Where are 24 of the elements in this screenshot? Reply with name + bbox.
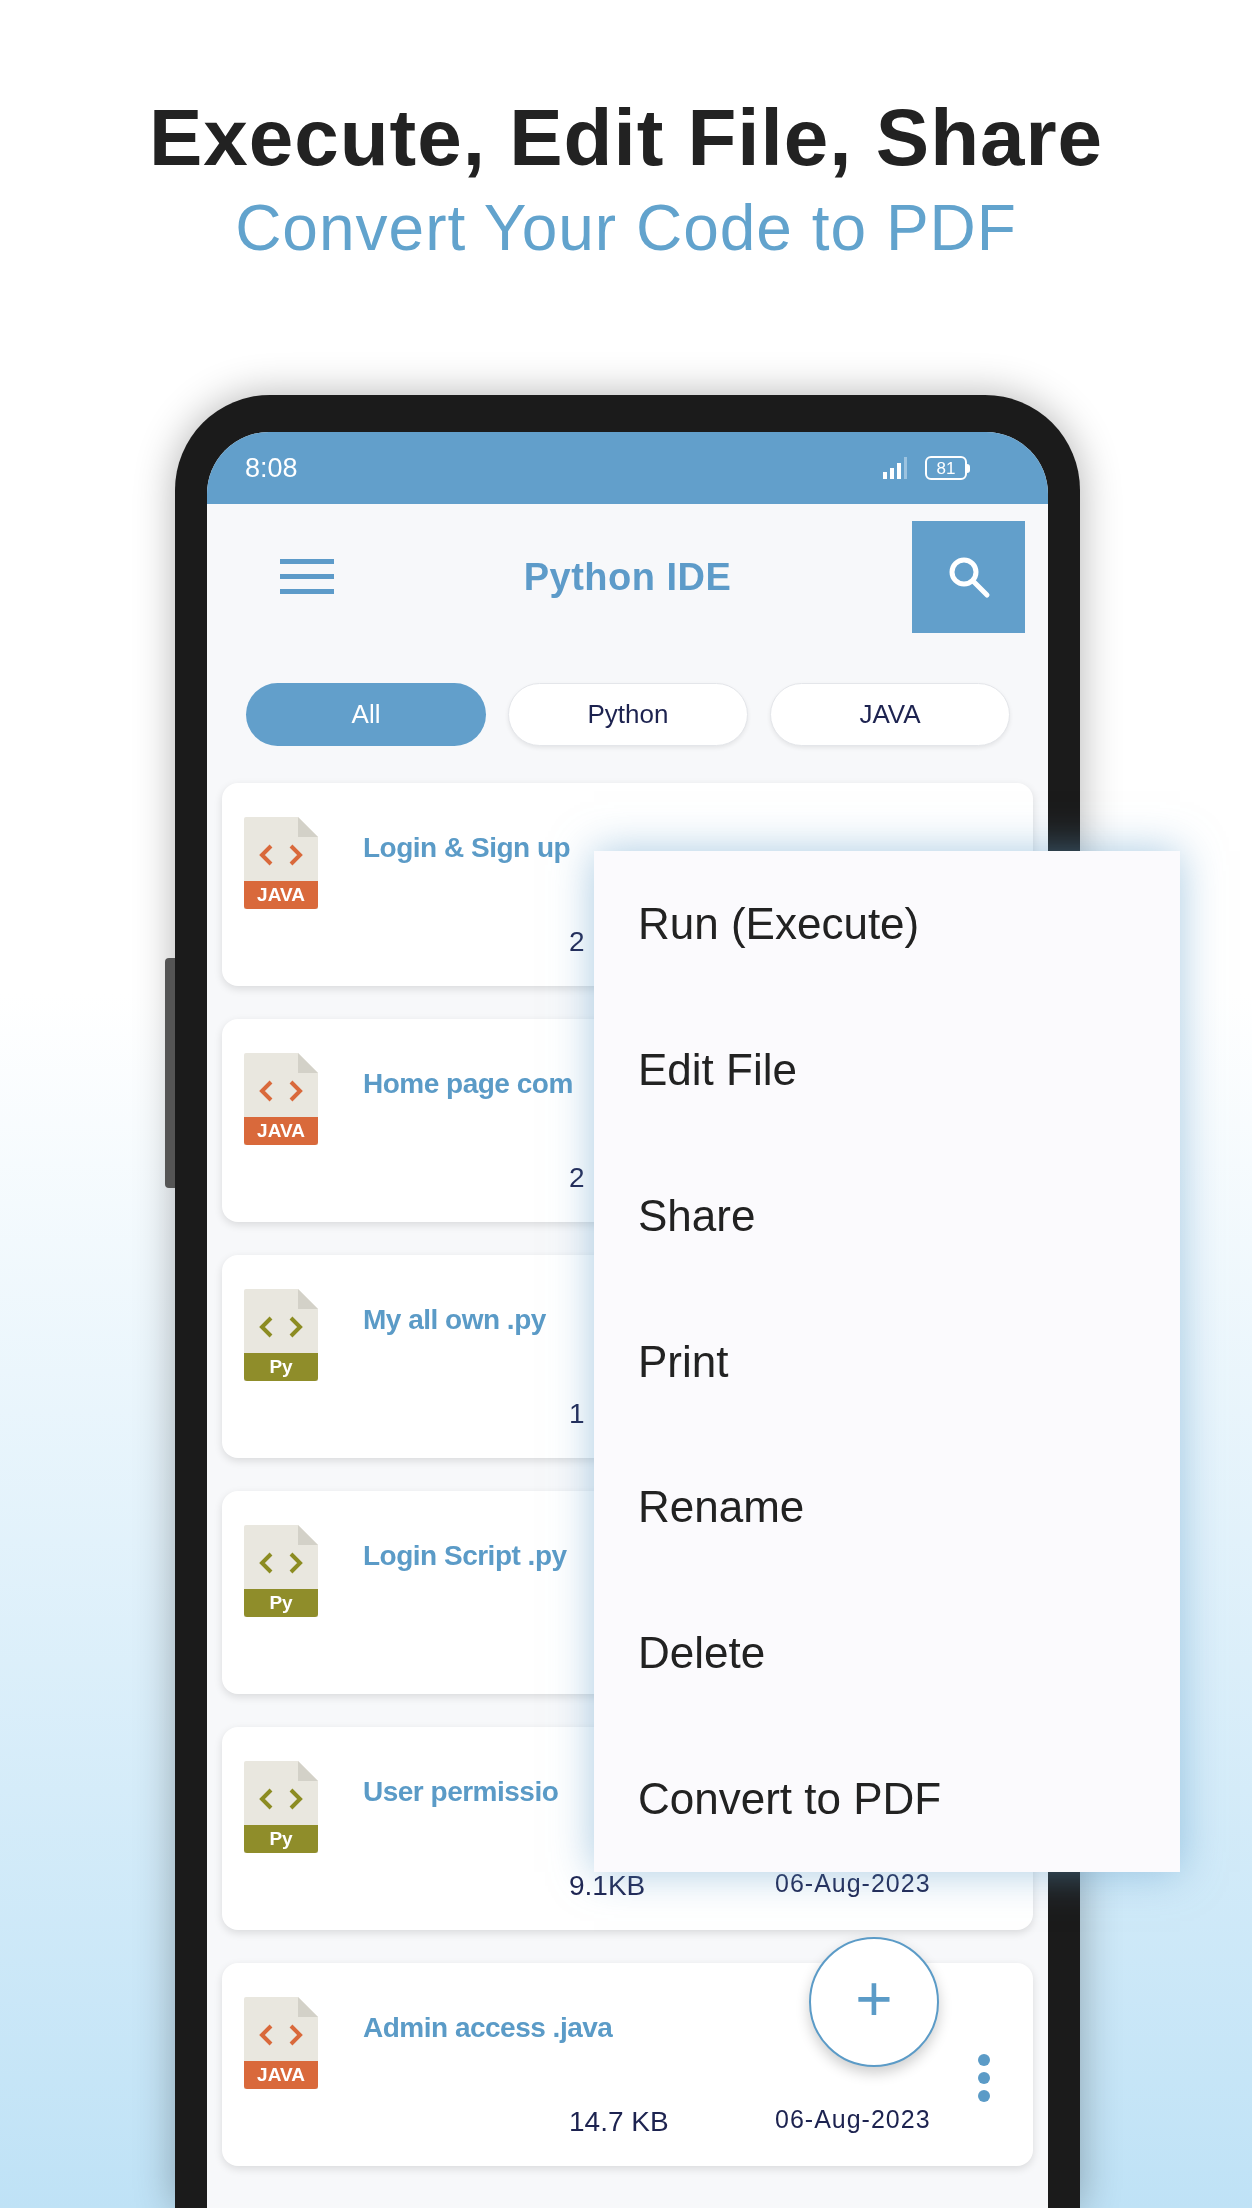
file-type-label: JAVA (244, 2061, 318, 2089)
file-size: 14.7 KB (569, 2106, 669, 2137)
file-size: 2 (569, 926, 585, 957)
status-time: 8:08 (245, 451, 298, 485)
file-size: 2 (569, 1162, 585, 1193)
file-name: Home page com (363, 1067, 573, 1101)
app-title: Python IDE (523, 554, 732, 600)
file-type-label: JAVA (244, 1117, 318, 1145)
file-name: Login & Sign up (363, 831, 571, 865)
subheadline: Convert Your Code to PDF (235, 191, 1017, 266)
file-name: Admin access .java (363, 2011, 613, 2045)
file-date: 06-Aug-2023 (775, 2104, 931, 2135)
file-type-label: JAVA (244, 881, 318, 909)
file-name: Login Script .py (363, 1539, 567, 1573)
file-type-label: Py (244, 1353, 318, 1381)
file-size: 1 (569, 1398, 585, 1429)
file-date: 06-Aug-2023 (775, 1868, 931, 1899)
file-type-label: Py (244, 1825, 318, 1853)
file-type-label: Py (244, 1589, 318, 1617)
file-size: 9.1KB (569, 1870, 646, 1901)
file-name: User permissio (363, 1775, 559, 1809)
file-name: My all own .py (363, 1303, 546, 1337)
headline: Execute, Edit File, Share (148, 92, 1104, 184)
battery-level: 81 (936, 459, 956, 477)
